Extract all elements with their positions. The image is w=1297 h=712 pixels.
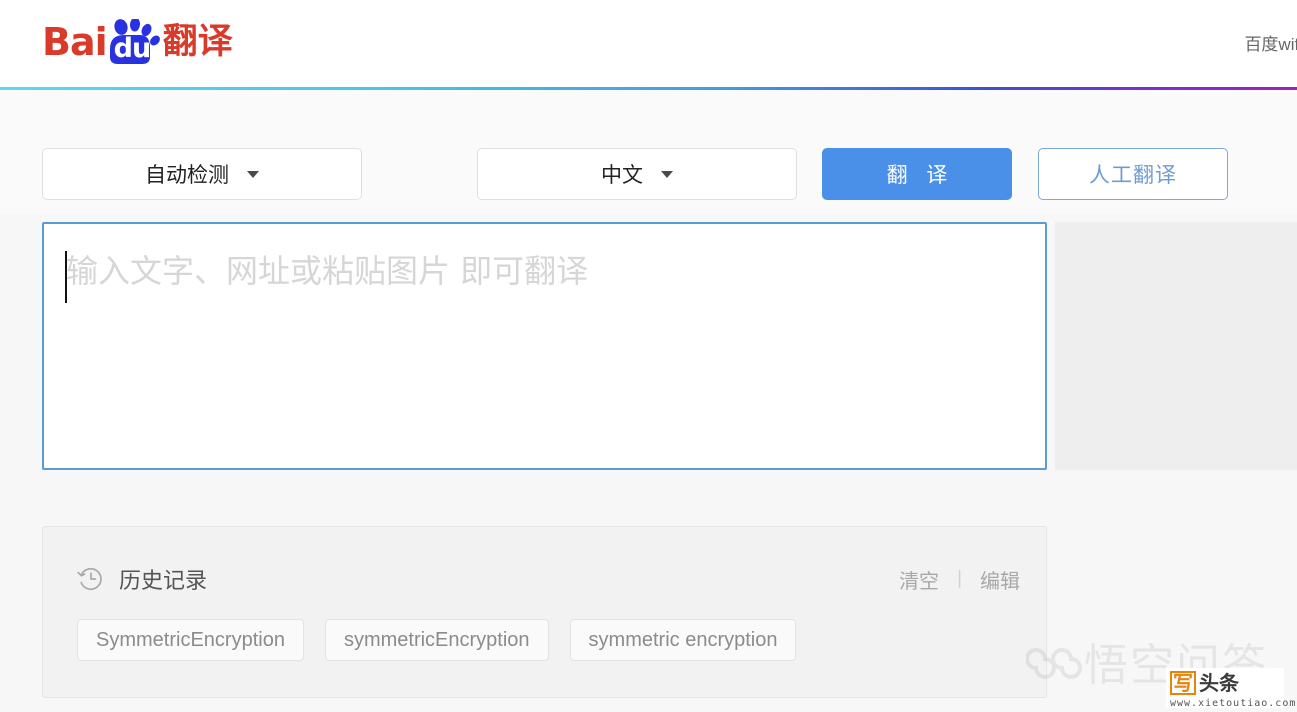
translate-toolbar: 自动检测 中文 翻 译 人工翻译 [0,90,1297,278]
history-action-separator: | [957,568,962,589]
history-header: 历史记录 清空 | 编辑 [43,557,1046,601]
badge-xie-text: 写 [1170,671,1196,695]
chevron-down-icon [661,170,673,178]
history-actions: 清空 | 编辑 [899,565,1020,594]
logo-du-text: du [113,33,152,64]
target-language-select[interactable]: 中文 [477,148,797,200]
source-text-input[interactable]: 输入文字、网址或粘贴图片 即可翻译 [42,222,1047,470]
history-title-group: 历史记录 [77,563,207,595]
chevron-down-icon [247,170,259,178]
history-edit-button[interactable]: 编辑 [980,565,1020,594]
translation-output-pane [1055,222,1297,470]
translate-main: 输入文字、网址或粘贴图片 即可翻译 历史记录 清空 | 编辑 Symmetric… [0,214,1297,712]
history-panel: 历史记录 清空 | 编辑 SymmetricEncryption symmetr… [42,526,1047,698]
badge-brand-row: 写 头条 [1170,671,1280,695]
logo-bai-text: Bai [42,20,108,64]
text-cursor [65,251,67,303]
target-language-label: 中文 [601,163,643,187]
logo-product-text: 翻译 [162,21,233,62]
source-language-select[interactable]: 自动检测 [42,148,362,200]
baidu-translate-logo[interactable]: Bai du 翻译 [42,17,233,66]
page-header: Bai du 翻译 百度wifi [0,0,1297,88]
nav-link-baidu-wifi[interactable]: 百度wifi [1244,30,1297,55]
history-title: 历史记录 [119,569,208,594]
history-item[interactable]: SymmetricEncryption [77,619,304,661]
history-item[interactable]: symmetricEncryption [324,619,549,661]
history-clear-button[interactable]: 清空 [899,565,939,594]
xietoutiao-watermark-badge: 写 头条 www.xietoutiao.com [1166,668,1297,709]
baidu-translate-page: Bai du 翻译 百度wifi 自动检测 [0,0,1297,712]
badge-url-text: www.xietoutiao.com [1170,698,1297,709]
translate-button[interactable]: 翻 译 [822,148,1012,200]
paw-print-icon: du [104,17,160,65]
human-translate-button[interactable]: 人工翻译 [1038,148,1228,200]
source-language-label: 自动检测 [145,163,229,187]
history-item-list: SymmetricEncryption symmetricEncryption … [77,619,797,661]
clock-history-icon [77,565,105,593]
history-item[interactable]: symmetric encryption [569,619,797,661]
source-input-placeholder: 输入文字、网址或粘贴图片 即可翻译 [66,252,589,290]
badge-toutiao-text: 头条 [1199,671,1239,695]
